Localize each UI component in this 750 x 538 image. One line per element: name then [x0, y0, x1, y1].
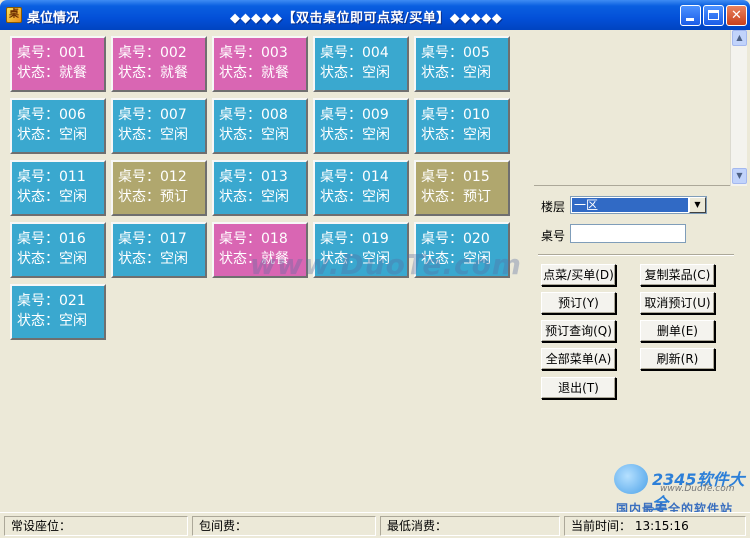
preview-box [534, 30, 732, 186]
table-status: 状态：空闲 [17, 189, 87, 205]
table-tile[interactable]: 桌号：008 状态：空闲 [212, 98, 308, 154]
close-icon: ✕ [731, 8, 742, 23]
table-status: 状态：预订 [421, 189, 491, 205]
table-tile[interactable]: 桌号：010 状态：空闲 [414, 98, 510, 154]
table-status: 状态：空闲 [421, 65, 491, 81]
refresh-button[interactable]: 刷新(R) [640, 348, 715, 370]
table-status: 状态：预订 [118, 189, 188, 205]
minimize-icon [686, 18, 694, 21]
table-number: 桌号：004 [320, 45, 389, 61]
table-status: 状态：空闲 [118, 127, 188, 143]
floor-label: 楼层 [541, 200, 566, 214]
mascot-icon [614, 464, 648, 494]
copy-dish-button[interactable]: 复制菜品(C) [640, 264, 715, 286]
table-number: 桌号：015 [421, 169, 490, 185]
table-status: 状态：就餐 [17, 65, 87, 81]
scroll-down-icon[interactable]: ▼ [732, 168, 747, 184]
brand-url: www.DuoTe.com [660, 484, 735, 494]
table-number: 桌号：021 [17, 293, 86, 309]
status-min-spend: 最低消费： [380, 516, 560, 536]
reserve-query-button[interactable]: 预订查询(Q) [541, 320, 616, 342]
table-status: 状态：空闲 [17, 251, 87, 267]
table-status: 状态：空闲 [320, 189, 390, 205]
table-status: 状态：空闲 [118, 251, 188, 267]
table-number: 桌号：014 [320, 169, 389, 185]
status-current-time: 当前时间： 13:15:16 [564, 516, 746, 536]
status-regular-seats: 常设座位： [4, 516, 188, 536]
table-status: 状态：就餐 [219, 65, 289, 81]
table-tile[interactable]: 桌号：004 状态：空闲 [313, 36, 409, 92]
table-number: 桌号：016 [17, 231, 86, 247]
table-number: 桌号：002 [118, 45, 187, 61]
table-number-input[interactable] [570, 224, 686, 243]
table-number: 桌号：012 [118, 169, 187, 185]
table-status: 状态：空闲 [219, 127, 289, 143]
table-number: 桌号：001 [17, 45, 86, 61]
reserve-button[interactable]: 预订(Y) [541, 292, 616, 314]
table-tile[interactable]: 桌号：002 状态：就餐 [111, 36, 207, 92]
close-button[interactable]: ✕ [726, 5, 747, 26]
table-status: 状态：空闲 [17, 313, 87, 329]
table-number: 桌号：007 [118, 107, 187, 123]
window-title: 桌位情况 [27, 11, 80, 26]
table-number: 桌号：017 [118, 231, 187, 247]
order-checkout-button[interactable]: 点菜/买单(D) [541, 264, 616, 286]
app-icon: 桌 [6, 7, 22, 23]
table-number: 桌号：009 [320, 107, 389, 123]
table-tile[interactable]: 桌号：021 状态：空闲 [10, 284, 106, 340]
preview-scrollbar[interactable]: ▲ ▼ [730, 30, 747, 186]
table-number: 桌号：011 [17, 169, 86, 185]
maximize-button[interactable] [703, 5, 724, 26]
table-number: 桌号：010 [421, 107, 490, 123]
table-number: 桌号：019 [320, 231, 389, 247]
table-tile[interactable]: 桌号：007 状态：空闲 [111, 98, 207, 154]
table-number: 桌号：008 [219, 107, 288, 123]
floor-select-value: 一区 [572, 198, 688, 212]
table-number: 桌号：020 [421, 231, 490, 247]
table-tile[interactable]: 桌号：003 状态：就餐 [212, 36, 308, 92]
table-status: 状态：空闲 [421, 127, 491, 143]
chevron-down-icon[interactable]: ▼ [689, 197, 706, 213]
table-number: 桌号：018 [219, 231, 288, 247]
side-divider [538, 254, 734, 256]
table-tile[interactable]: 桌号：016 状态：空闲 [10, 222, 106, 278]
table-tile[interactable]: 桌号：017 状态：空闲 [111, 222, 207, 278]
title-bar[interactable]: 桌 桌位情况 ◆◆◆◆◆【双击桌位即可点菜/买单】◆◆◆◆◆ ✕ [0, 0, 750, 30]
table-tile[interactable]: 桌号：001 状态：就餐 [10, 36, 106, 92]
table-tile[interactable]: 桌号：005 状态：空闲 [414, 36, 510, 92]
table-status: 状态：空闲 [17, 127, 87, 143]
table-number: 桌号：006 [17, 107, 86, 123]
table-number: 桌号：003 [219, 45, 288, 61]
table-tile[interactable]: 桌号：006 状态：空闲 [10, 98, 106, 154]
table-status: 状态：空闲 [219, 189, 289, 205]
table-tile[interactable]: 桌号：009 状态：空闲 [313, 98, 409, 154]
watermark-text: www.DuoTe.com [250, 248, 522, 281]
status-bar: 常设座位： 包间费： 最低消费： 当前时间： 13:15:16 [0, 512, 750, 538]
table-status: 状态：空闲 [320, 65, 390, 81]
table-tile[interactable]: 桌号：014 状态：空闲 [313, 160, 409, 216]
table-tile[interactable]: 桌号：013 状态：空闲 [212, 160, 308, 216]
window-subtitle: ◆◆◆◆◆【双击桌位即可点菜/买单】◆◆◆◆◆ [230, 11, 503, 26]
delete-order-button[interactable]: 删单(E) [640, 320, 715, 342]
cancel-reserve-button[interactable]: 取消预订(U) [640, 292, 715, 314]
scroll-up-icon[interactable]: ▲ [732, 30, 747, 46]
table-number-label: 桌号 [541, 229, 566, 243]
exit-button[interactable]: 退出(T) [541, 377, 616, 399]
status-room-fee: 包间费： [192, 516, 376, 536]
table-number: 桌号：013 [219, 169, 288, 185]
table-tile[interactable]: 桌号：012 状态：预订 [111, 160, 207, 216]
maximize-icon [708, 10, 719, 20]
table-tile[interactable]: 桌号：015 状态：预订 [414, 160, 510, 216]
minimize-button[interactable] [680, 5, 701, 26]
table-status: 状态：空闲 [320, 127, 390, 143]
all-orders-button[interactable]: 全部菜单(A) [541, 348, 616, 370]
table-number: 桌号：005 [421, 45, 490, 61]
table-tile[interactable]: 桌号：011 状态：空闲 [10, 160, 106, 216]
floor-select[interactable]: 一区 ▼ [570, 196, 707, 214]
table-status: 状态：就餐 [118, 65, 188, 81]
